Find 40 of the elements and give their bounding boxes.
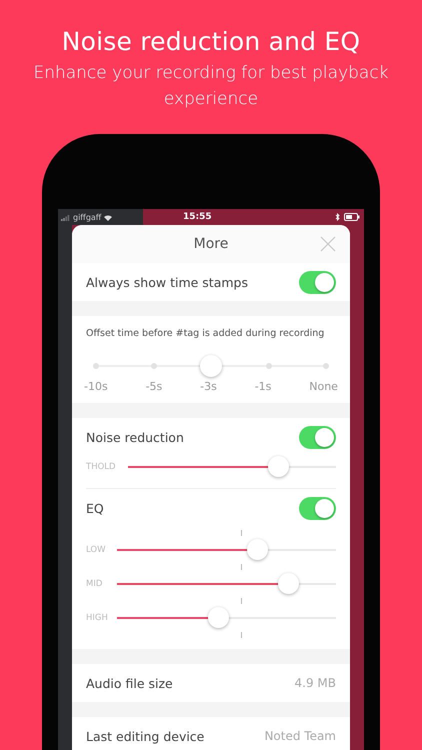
toggle-switch[interactable] [299, 496, 336, 520]
close-button[interactable] [320, 236, 336, 252]
step-label[interactable]: -3s [200, 380, 217, 393]
setting-value: Noted Team [264, 729, 336, 743]
close-icon [320, 236, 336, 252]
toggle-switch[interactable] [299, 426, 336, 448]
setting-label: Last editing device [86, 728, 204, 744]
center-tick [241, 564, 242, 570]
slider-thumb[interactable] [200, 355, 222, 377]
slider-thumb[interactable] [247, 539, 268, 560]
subheadline: Enhance your recording for best playback experience [32, 62, 390, 111]
status-time: 15:55 [183, 212, 212, 222]
slider-thumb[interactable] [268, 456, 289, 477]
setting-value: 4.9 MB [294, 676, 336, 690]
bluetooth-icon [335, 213, 340, 221]
slider-label: THOLD [86, 462, 117, 472]
setting-label: Noise reduction [86, 430, 184, 444]
center-tick [241, 632, 242, 638]
center-tick [241, 598, 242, 604]
step-label[interactable]: -1s [254, 380, 272, 393]
slider-label: LOW [86, 545, 107, 555]
toggle-switch[interactable] [299, 270, 336, 294]
signal-icon [61, 214, 71, 220]
carrier-name: giffgaff [73, 212, 102, 222]
step-label[interactable]: -10s [84, 380, 108, 393]
slider-thumb[interactable] [278, 573, 299, 594]
setting-description: Offset time before #tag is added during recording [85, 328, 326, 339]
step-label[interactable]: -5s [146, 380, 162, 393]
setting-label: EQ [86, 500, 104, 516]
setting-label: Audio file size [86, 676, 173, 690]
wifi-icon [103, 214, 114, 220]
headline: Noise reduction and EQ [62, 27, 360, 57]
slider-label: MID [86, 579, 104, 589]
slider-label: HIGH [86, 613, 109, 623]
setting-label: Always show time stamps [86, 274, 248, 290]
slider-thumb[interactable] [208, 607, 229, 628]
battery-icon [344, 213, 360, 221]
modal-title: More [194, 236, 228, 252]
step-label[interactable]: None [309, 380, 338, 393]
center-tick [241, 530, 242, 536]
